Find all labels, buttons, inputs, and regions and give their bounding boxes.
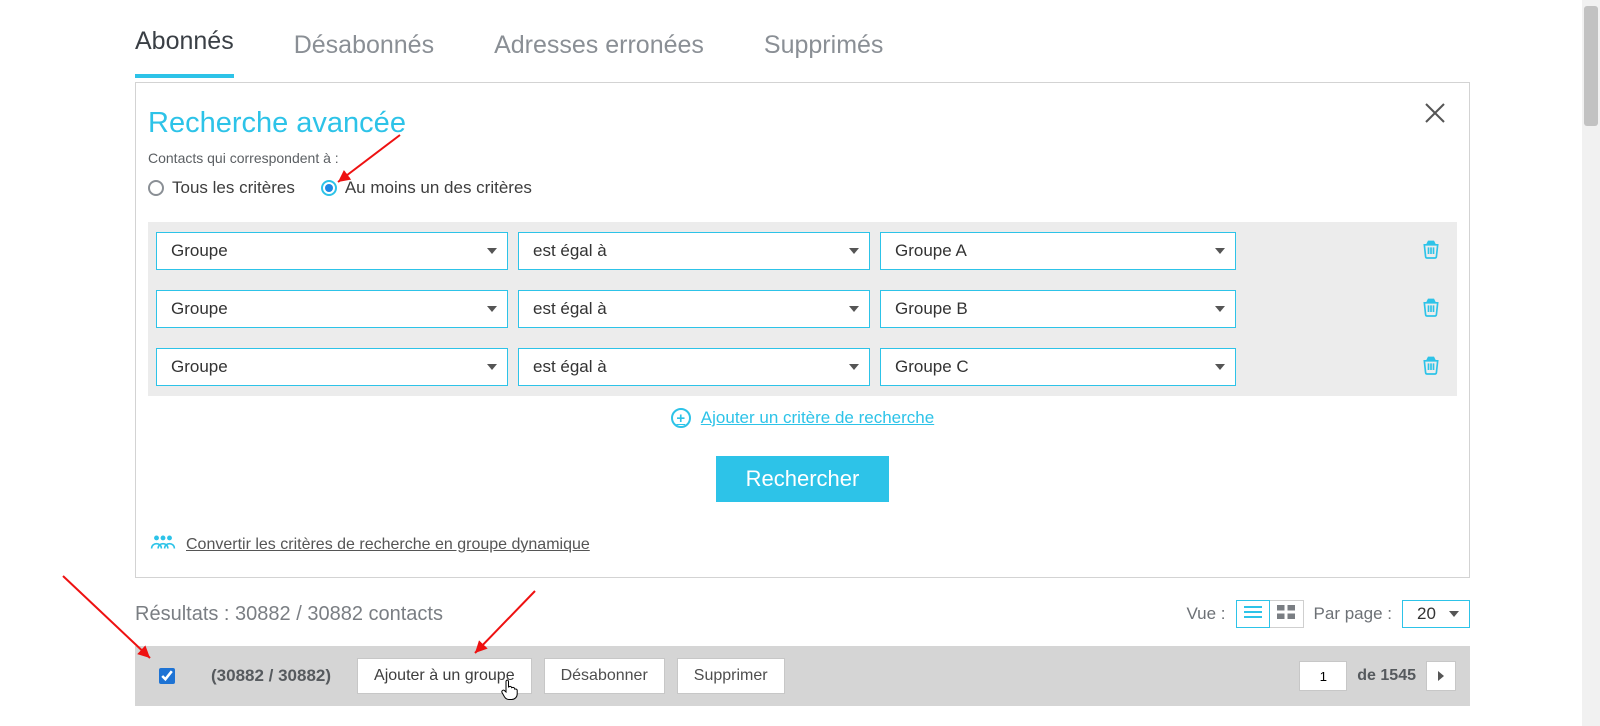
- grid-icon: [1277, 604, 1295, 624]
- advanced-search-panel: Recherche avancée Contacts qui correspon…: [135, 82, 1470, 578]
- radio-on-icon: [321, 180, 337, 196]
- chevron-down-icon: [1215, 364, 1225, 370]
- view-list-button[interactable]: [1236, 600, 1270, 628]
- radio-all-criteria[interactable]: Tous les critères: [148, 178, 295, 198]
- selected-count: (30882 / 30882): [211, 666, 331, 686]
- tab-deleted[interactable]: Supprimés: [764, 1, 884, 78]
- delete-button[interactable]: Supprimer: [677, 658, 785, 694]
- add-criterion-label: Ajouter un critère de recherche: [701, 408, 934, 428]
- view-grid-button[interactable]: [1270, 600, 1304, 628]
- criterion-value-select[interactable]: Groupe B: [880, 290, 1236, 328]
- delete-criterion-button[interactable]: [1417, 353, 1445, 381]
- radio-any-criteria[interactable]: Au moins un des critères: [321, 178, 532, 198]
- criterion-field-value: Groupe: [171, 357, 228, 377]
- criterion-field-value: Groupe: [171, 241, 228, 261]
- per-page-value: 20: [1417, 604, 1436, 624]
- radio-off-icon: [148, 180, 164, 196]
- view-label: Vue :: [1186, 604, 1225, 624]
- pagination: de 1545: [1299, 661, 1456, 691]
- criterion-operator-select[interactable]: est égal à: [518, 232, 870, 270]
- results-count: Résultats : 30882 / 30882 contacts: [135, 603, 443, 626]
- select-all-checkbox[interactable]: [159, 668, 175, 684]
- trash-icon: [1421, 355, 1441, 380]
- criterion-operator-select[interactable]: est égal à: [518, 348, 870, 386]
- chevron-down-icon: [487, 364, 497, 370]
- people-icon: [150, 532, 176, 557]
- criteria-list: Groupe est égal à Groupe A Groupe est ég…: [148, 222, 1457, 396]
- match-label: Contacts qui correspondent à :: [148, 150, 1457, 166]
- tab-subscribed[interactable]: Abonnés: [135, 0, 234, 78]
- search-button[interactable]: Rechercher: [716, 456, 890, 502]
- criterion-value-value: Groupe B: [895, 299, 968, 319]
- delete-criterion-button[interactable]: [1417, 237, 1445, 265]
- criterion-row: Groupe est égal à Groupe B: [148, 280, 1457, 338]
- criterion-row: Groupe est égal à Groupe C: [148, 338, 1457, 396]
- chevron-down-icon: [1449, 611, 1459, 617]
- criterion-value-value: Groupe C: [895, 357, 969, 377]
- unsubscribe-button[interactable]: Désabonner: [544, 658, 665, 694]
- results-bar: Résultats : 30882 / 30882 contacts Vue :…: [135, 600, 1470, 628]
- criterion-value-select[interactable]: Groupe A: [880, 232, 1236, 270]
- chevron-down-icon: [487, 306, 497, 312]
- page-of-label: de 1545: [1357, 667, 1416, 685]
- criterion-value-select[interactable]: Groupe C: [880, 348, 1236, 386]
- criterion-row: Groupe est égal à Groupe A: [148, 222, 1457, 280]
- criterion-operator-select[interactable]: est égal à: [518, 290, 870, 328]
- add-criterion-link[interactable]: + Ajouter un critère de recherche: [671, 408, 934, 428]
- view-toggle: [1236, 600, 1304, 628]
- tabs: Abonnés Désabonnés Adresses erronées Sup…: [135, 0, 1470, 78]
- radio-any-label: Au moins un des critères: [345, 178, 532, 198]
- criterion-operator-value: est égal à: [533, 241, 607, 261]
- chevron-right-icon: [1438, 671, 1444, 681]
- criterion-operator-value: est égal à: [533, 357, 607, 377]
- trash-icon: [1421, 239, 1441, 264]
- per-page-label: Par page :: [1314, 604, 1392, 624]
- delete-criterion-button[interactable]: [1417, 295, 1445, 323]
- chevron-down-icon: [1215, 248, 1225, 254]
- chevron-down-icon: [849, 364, 859, 370]
- criterion-value-value: Groupe A: [895, 241, 967, 261]
- criterion-field-select[interactable]: Groupe: [156, 290, 508, 328]
- chevron-down-icon: [487, 248, 497, 254]
- criterion-operator-value: est égal à: [533, 299, 607, 319]
- tab-unsubscribed[interactable]: Désabonnés: [294, 1, 434, 78]
- page-input[interactable]: [1299, 661, 1347, 691]
- next-page-button[interactable]: [1426, 661, 1456, 691]
- convert-dynamic-group-link[interactable]: Convertir les critères de recherche en g…: [186, 536, 590, 554]
- trash-icon: [1421, 297, 1441, 322]
- chevron-down-icon: [1215, 306, 1225, 312]
- tab-bounced[interactable]: Adresses erronées: [494, 1, 704, 78]
- close-icon[interactable]: [1423, 101, 1447, 130]
- panel-title: Recherche avancée: [148, 95, 1457, 146]
- scrollbar-thumb[interactable]: [1584, 6, 1598, 126]
- add-to-group-button[interactable]: Ajouter à un groupe: [357, 658, 532, 694]
- criterion-field-value: Groupe: [171, 299, 228, 319]
- list-icon: [1244, 604, 1262, 624]
- radio-all-label: Tous les critères: [172, 178, 295, 198]
- criterion-field-select[interactable]: Groupe: [156, 348, 508, 386]
- per-page-select[interactable]: 20: [1402, 600, 1470, 628]
- action-bar: (30882 / 30882) Ajouter à un groupe Désa…: [135, 646, 1470, 706]
- criterion-field-select[interactable]: Groupe: [156, 232, 508, 270]
- chevron-down-icon: [849, 306, 859, 312]
- plus-circle-icon: +: [671, 408, 691, 428]
- chevron-down-icon: [849, 248, 859, 254]
